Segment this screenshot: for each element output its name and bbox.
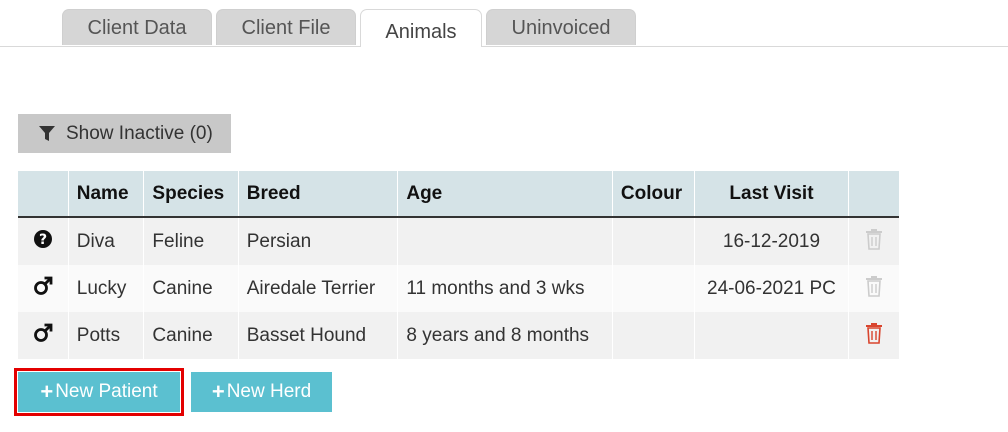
svg-text:?: ? — [39, 232, 47, 248]
tab-client-data[interactable]: Client Data — [62, 9, 212, 45]
cell-last-visit — [693, 312, 849, 359]
header-breed[interactable]: Breed — [237, 171, 398, 218]
plus-icon: + — [211, 379, 225, 404]
header-icon — [18, 171, 69, 218]
table-row[interactable]: ? Diva Feline Persian 16-12-2019 — [18, 217, 899, 265]
cell-species: Canine — [143, 312, 239, 359]
cell-age — [397, 217, 613, 265]
header-delete — [848, 171, 899, 218]
header-age[interactable]: Age — [397, 171, 613, 218]
show-inactive-button[interactable]: Show Inactive (0) — [18, 114, 231, 153]
header-colour[interactable]: Colour — [611, 171, 695, 218]
new-patient-label: New Patient — [55, 381, 158, 402]
new-herd-button[interactable]: + New Herd — [191, 372, 332, 412]
tab-animals[interactable]: Animals — [360, 9, 482, 47]
tab-uninvoiced[interactable]: Uninvoiced — [486, 9, 636, 45]
new-herd-label: New Herd — [226, 381, 312, 402]
animals-table: Name Species Breed Age Colour Last Visit… — [18, 171, 899, 359]
male-icon — [33, 276, 53, 295]
table-row[interactable]: Potts Canine Basset Hound 8 years and 8 … — [18, 312, 899, 359]
cell-name[interactable]: Lucky — [67, 265, 144, 312]
cell-age: 11 months and 3 wks — [397, 265, 613, 312]
filter-icon — [39, 125, 55, 141]
trash-icon[interactable] — [864, 322, 884, 344]
cell-breed: Persian — [237, 217, 398, 265]
header-name[interactable]: Name — [67, 171, 144, 218]
cell-colour — [611, 312, 695, 359]
table-header-row: Name Species Breed Age Colour Last Visit — [18, 171, 899, 218]
tab-client-file[interactable]: Client File — [216, 9, 356, 45]
cell-age: 8 years and 8 months — [397, 312, 613, 359]
trash-icon — [866, 228, 883, 250]
trash-icon — [866, 275, 883, 297]
cell-colour — [611, 217, 695, 265]
cell-last-visit: 24-06-2021 PC — [693, 265, 849, 312]
plus-icon: + — [40, 379, 54, 404]
show-inactive-label: Show Inactive (0) — [66, 122, 213, 144]
header-last-visit[interactable]: Last Visit — [693, 171, 849, 218]
table-row[interactable]: Lucky Canine Airedale Terrier 11 months … — [18, 265, 899, 312]
cell-colour — [611, 265, 695, 312]
cell-name[interactable]: Potts — [67, 312, 144, 359]
header-species[interactable]: Species — [143, 171, 239, 218]
cell-breed: Basset Hound — [237, 312, 398, 359]
cell-name[interactable]: Diva — [67, 217, 144, 265]
male-icon — [33, 323, 53, 342]
cell-species: Canine — [143, 265, 239, 312]
cell-last-visit: 16-12-2019 — [693, 217, 849, 265]
cell-species: Feline — [143, 217, 239, 265]
cell-breed: Airedale Terrier — [237, 265, 398, 312]
unknown-sex-icon: ? — [33, 229, 52, 248]
tab-bar: Client Data Client File Animals Uninvoic… — [0, 0, 1008, 47]
new-patient-button[interactable]: + New Patient — [14, 368, 184, 416]
